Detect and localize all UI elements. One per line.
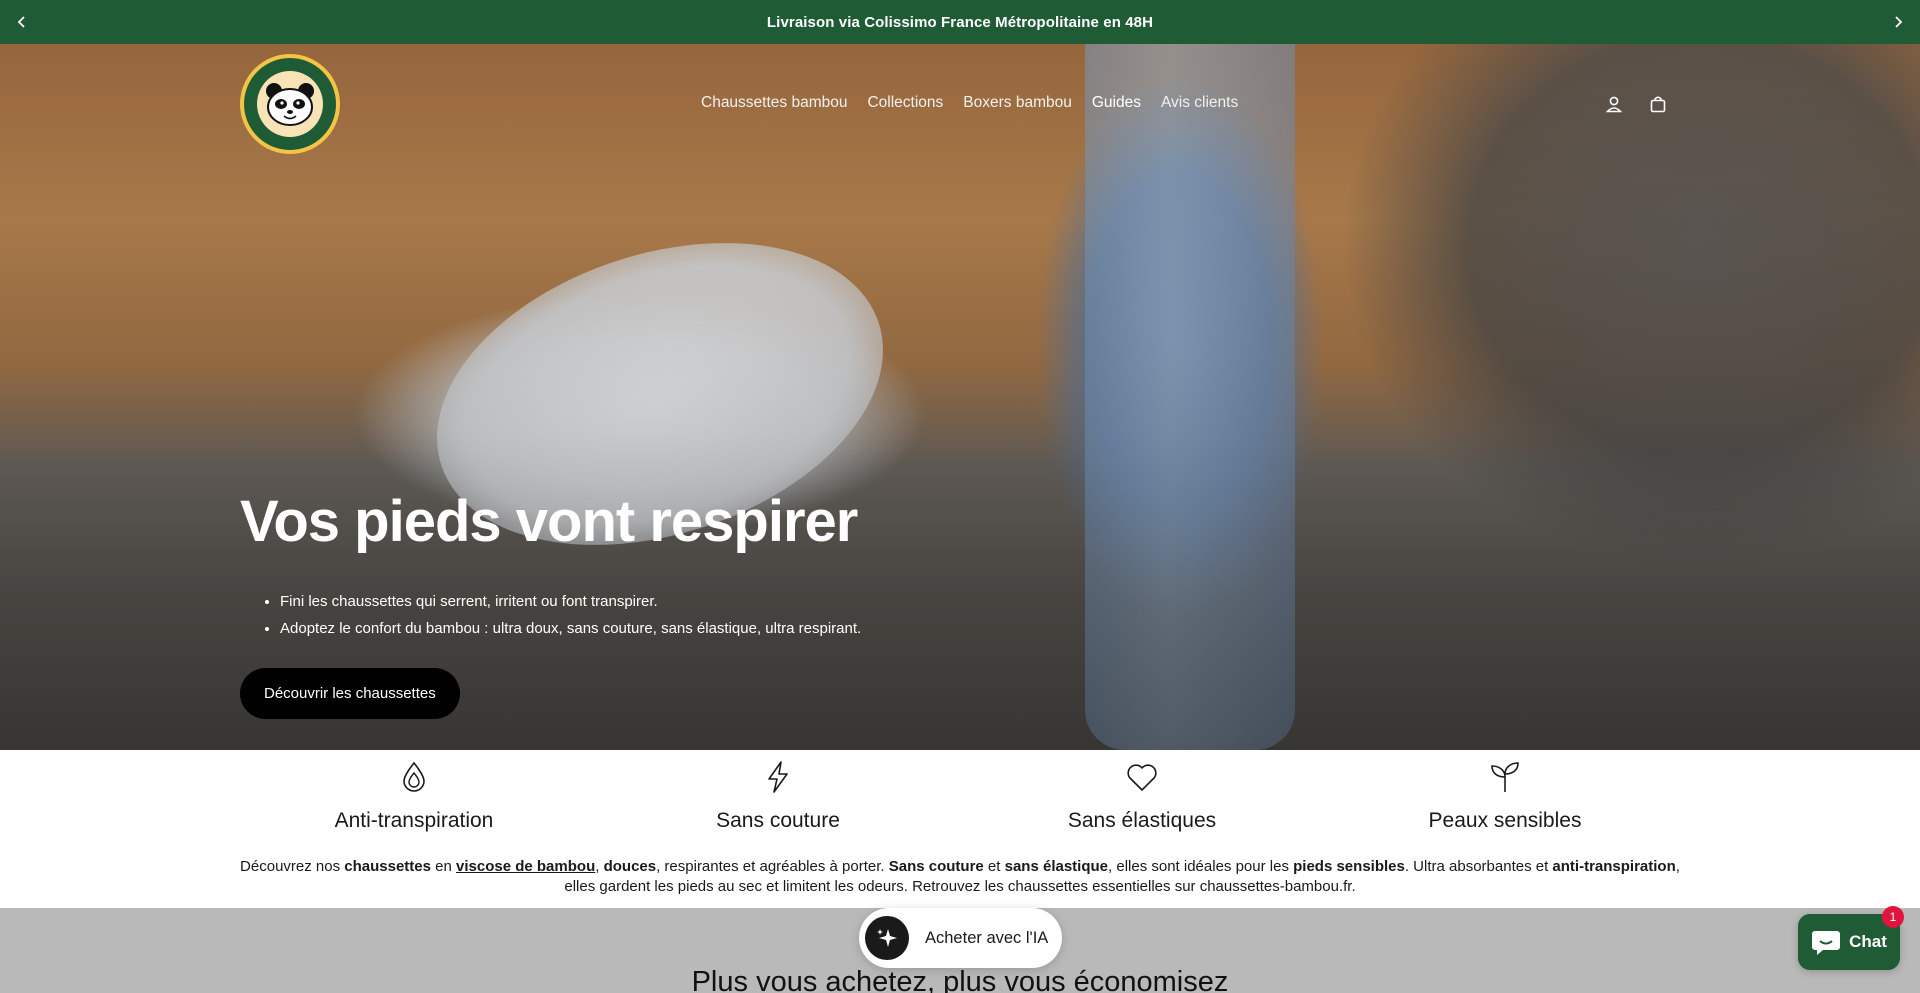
feature-sans-elastiques: Sans élastiques (1022, 760, 1262, 833)
chat-widget-button[interactable]: Chat 1 (1798, 906, 1904, 970)
nav-item-guides[interactable]: Guides (1092, 94, 1141, 112)
feature-label: Anti-transpiration (334, 809, 494, 832)
section-heading: Plus vous achetez, plus vous économisez (691, 966, 1229, 993)
sprout-icon (1491, 762, 1519, 792)
chevron-right-icon (1895, 16, 1903, 28)
feature-anti-transpiration: Anti-transpiration (294, 760, 534, 833)
hero-title: Vos pieds vont respirer (240, 489, 858, 554)
nav-item-boxers-bambou[interactable]: Boxers bambou (963, 94, 1072, 112)
feature-label: Peaux sensibles (1428, 809, 1582, 832)
heart-icon (1127, 764, 1157, 791)
lightning-icon (768, 761, 788, 793)
chat-label: Chat (1849, 932, 1887, 951)
feature-label: Sans élastiques (1067, 809, 1217, 832)
main-nav: Chaussettes bambou Collections Boxers ba… (701, 94, 1238, 112)
panda-icon (266, 83, 314, 126)
hero-bullet: Fini les chaussettes qui serrent, irrite… (280, 588, 861, 615)
feature-label: Sans couture (716, 809, 840, 832)
drop-icon (403, 761, 425, 792)
hero-bullets: Fini les chaussettes qui serrent, irrite… (280, 588, 861, 642)
sparkle-icon (877, 929, 897, 947)
shop-with-ai-button[interactable]: Acheter avec l'IA (859, 908, 1062, 968)
feature-peaux-sensibles: Peaux sensibles (1385, 760, 1625, 833)
nav-item-avis-clients[interactable]: Avis clients (1161, 94, 1238, 112)
announcement-next-button[interactable] (1876, 0, 1920, 44)
feature-sans-couture: Sans couture (658, 760, 898, 833)
user-icon (1605, 96, 1623, 113)
chat-unread-badge: 1 (1882, 906, 1904, 928)
bamboo-viscose-link[interactable]: viscose de bambou (456, 858, 595, 875)
announcement-text: Livraison via Colissimo France Métropoli… (766, 13, 1154, 31)
nav-item-collections[interactable]: Collections (867, 94, 943, 112)
cart-button[interactable] (1646, 92, 1670, 116)
discover-socks-button[interactable]: Découvrir les chaussettes (240, 668, 460, 719)
announcement-prev-button[interactable] (0, 0, 44, 44)
site-logo[interactable] (240, 54, 340, 154)
chevron-left-icon (17, 16, 25, 28)
ai-button-label: Acheter avec l'IA (925, 928, 1049, 947)
features-row: Anti-transpiration Sans couture Sans éla… (240, 760, 1680, 840)
nav-item-chaussettes-bambou[interactable]: Chaussettes bambou (701, 94, 847, 112)
hero-bullet: Adoptez le confort du bambou : ultra dou… (280, 615, 861, 642)
account-button[interactable] (1602, 92, 1626, 116)
chat-bubble-icon (1812, 931, 1841, 955)
description-text: Découvrez nos chaussettes en viscose de … (240, 858, 1680, 895)
announcement-bar: Livraison via Colissimo France Métropoli… (0, 0, 1920, 44)
bag-icon (1650, 96, 1666, 113)
